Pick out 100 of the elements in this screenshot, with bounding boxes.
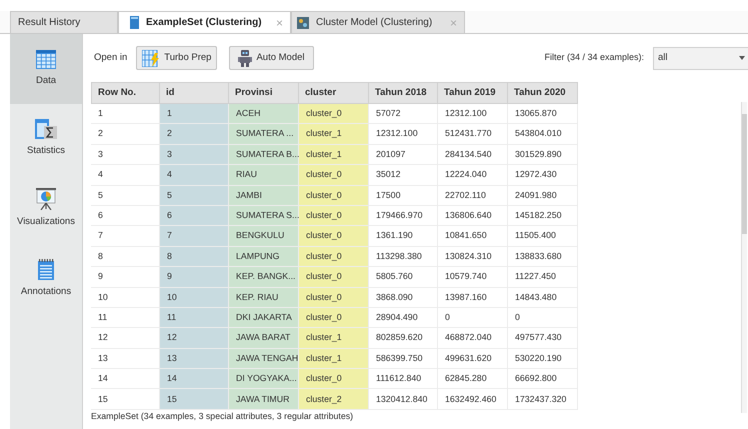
column-header[interactable]: Provinsi [229, 82, 299, 104]
table-cell: 17500 [369, 186, 438, 206]
table-cell: 14 [91, 369, 160, 390]
table-cell: 14843.480 [508, 288, 578, 308]
table-cell: 15 [91, 389, 160, 410]
table-cell: 3868.090 [369, 288, 438, 308]
sidebar-label: Visualizations [17, 215, 75, 230]
table-cell: SUMATERA B... [229, 144, 299, 166]
table-cell: SUMATERA ... [229, 124, 299, 145]
column-header[interactable]: cluster [299, 82, 369, 104]
filter-value: all [658, 50, 668, 65]
table-cell: DKI JAKARTA [229, 308, 299, 328]
table-cell: 7 [91, 226, 160, 247]
table-cell: 586399.750 [369, 348, 438, 370]
open-in-label: Open in [94, 50, 128, 65]
table-cell: 2 [91, 124, 160, 145]
table-cell: 8 [160, 246, 229, 268]
table-cell: cluster_0 [299, 104, 369, 124]
sidebar-item[interactable]: Statistics [10, 104, 82, 174]
table-cell: BENGKULU [229, 226, 299, 247]
table-cell: 13 [160, 348, 229, 370]
table-cell: cluster_0 [299, 186, 369, 206]
table-cell: 468872.040 [438, 328, 508, 349]
table-cell: cluster_0 [299, 288, 369, 308]
table-cell: 136806.640 [438, 206, 508, 226]
table-cell: 12312.100 [438, 104, 508, 124]
table-cell: 530220.190 [508, 348, 578, 370]
table-cell: 499631.620 [438, 348, 508, 370]
tab[interactable]: ExampleSet (Clustering) × [118, 11, 291, 33]
table-cell: 7 [160, 226, 229, 247]
table-cell: 13 [91, 348, 160, 370]
filter-dropdown[interactable]: all [653, 46, 748, 70]
table-cell: 5 [91, 186, 160, 206]
table-cell: 138833.680 [508, 246, 578, 268]
table-cell: DI YOGYAKA... [229, 369, 299, 390]
table-cell: 10841.650 [438, 226, 508, 247]
table-icon [130, 16, 139, 29]
table-cell: cluster_1 [299, 348, 369, 370]
column-header[interactable]: Tahun 2019 [438, 82, 508, 104]
table-cell: 9 [91, 267, 160, 288]
table-cell: 13987.160 [438, 288, 508, 308]
table-cell: 12224.040 [438, 165, 508, 186]
table-cell: 9 [160, 267, 229, 288]
table-cell: 5805.760 [369, 267, 438, 288]
table-cell: 10 [91, 288, 160, 308]
sidebar-item[interactable]: Annotations [10, 244, 82, 314]
column-header[interactable]: id [160, 82, 229, 104]
table-cell: 62845.280 [438, 369, 508, 390]
notepad-icon [38, 258, 54, 280]
table-cell: 284134.540 [438, 144, 508, 166]
column-header[interactable]: Tahun 2020 [508, 82, 578, 104]
sidebar-label: Annotations [20, 284, 72, 299]
table-cell: 0 [438, 308, 508, 328]
column-header[interactable]: Row No. [91, 82, 160, 104]
table-cell: cluster_0 [299, 267, 369, 288]
table-cell: JAWA TIMUR [229, 389, 299, 410]
column-header[interactable]: Tahun 2018 [369, 82, 438, 104]
toolbar-button[interactable]: Turbo Prep [136, 46, 218, 70]
table-cell: cluster_2 [299, 389, 369, 410]
sidebar-item[interactable]: Visualizations [10, 174, 82, 244]
table-cell: 301529.890 [508, 144, 578, 166]
table-cell: JAWA TENGAH [229, 348, 299, 370]
table-cell: cluster_0 [299, 226, 369, 247]
tab[interactable]: Result History [10, 11, 118, 33]
table-cell: 12972.430 [508, 165, 578, 186]
table-cell: cluster_0 [299, 206, 369, 226]
sidebar-label: Data [36, 74, 56, 88]
table-cell: 35012 [369, 165, 438, 186]
table-cell: 12312.100 [369, 124, 438, 145]
table-cell: 57072 [369, 104, 438, 124]
table-cell: 22702.110 [438, 186, 508, 206]
table-cell: 0 [508, 308, 578, 328]
table-cell: 113298.380 [369, 246, 438, 268]
tab[interactable]: Cluster Model (Clustering) × [291, 11, 465, 33]
statistics-icon [35, 119, 57, 140]
table-cell: 130824.310 [438, 246, 508, 268]
table-cell: 8 [91, 246, 160, 268]
tab-label: Result History [18, 16, 82, 30]
toolbar-button[interactable]: Auto Model [229, 46, 314, 70]
table-cell: cluster_1 [299, 328, 369, 349]
table-cell: 4 [91, 165, 160, 186]
table-cell: JAWA BARAT [229, 328, 299, 349]
table-cell: 497577.430 [508, 328, 578, 349]
sidebar-label: Statistics [26, 144, 65, 158]
table-cell: ACEH [229, 104, 299, 124]
table-cell: 1361.190 [369, 226, 438, 247]
table-cell: 10 [160, 288, 229, 308]
sidebar-item[interactable]: Data [10, 34, 82, 104]
table-cell: 14 [160, 369, 229, 390]
table-cell: 13065.870 [508, 104, 578, 124]
grid-lightning-icon [142, 50, 160, 66]
scrollbar[interactable] [741, 102, 747, 413]
tab-label: ExampleSet (Clustering) [146, 16, 263, 30]
table-cell: SUMATERA S... [229, 206, 299, 226]
table-cell: 1320412.840 [369, 389, 438, 410]
filter-label: Filter (34 / 34 examples): [544, 51, 644, 64]
table-cell: 1632492.460 [438, 389, 508, 410]
table-cell: 28904.490 [369, 308, 438, 328]
table-cell: cluster_1 [299, 124, 369, 145]
tab-label: Cluster Model (Clustering) [316, 16, 434, 30]
